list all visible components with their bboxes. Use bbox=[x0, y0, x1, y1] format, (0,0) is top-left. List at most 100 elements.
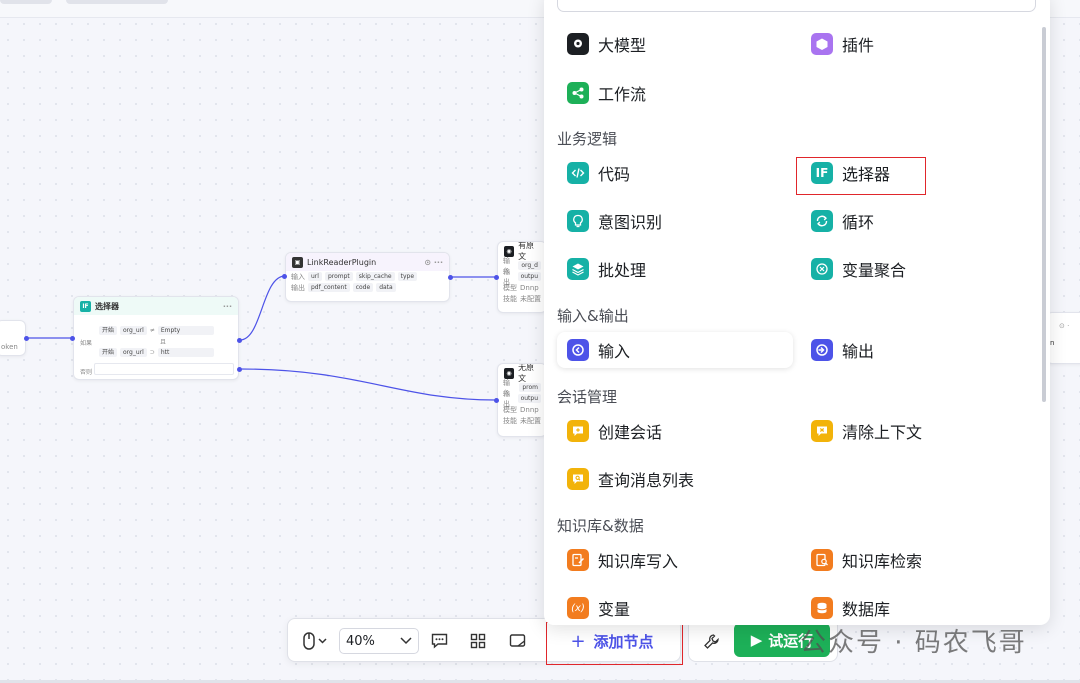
node-item-output[interactable]: 输出 bbox=[801, 332, 874, 368]
node-item-input[interactable]: 输入 bbox=[557, 332, 793, 368]
row-label: 技能 bbox=[503, 294, 517, 303]
settings-icon[interactable]: ⊙ · bbox=[1059, 322, 1069, 330]
edge-selector-to-plugin bbox=[239, 275, 286, 341]
comment-icon bbox=[431, 633, 447, 649]
node-item-variable[interactable]: (x) 变量 bbox=[557, 590, 630, 625]
highlight-box-add-node bbox=[546, 622, 683, 665]
input-port[interactable] bbox=[494, 398, 499, 403]
row-label: 技能 bbox=[503, 416, 517, 425]
cond-operator: ≠ bbox=[149, 327, 155, 334]
section-input-output: 输入&输出 bbox=[557, 307, 629, 325]
mouse-icon bbox=[303, 632, 327, 650]
chat-search-icon bbox=[567, 468, 589, 490]
node-item-label: 批处理 bbox=[598, 261, 647, 280]
cond-source: 开始 bbox=[99, 326, 118, 335]
kb-search-icon bbox=[811, 549, 833, 571]
node-label: oken bbox=[1, 342, 18, 351]
start-node[interactable]: oken bbox=[0, 320, 26, 356]
node-item-label: 变量 bbox=[598, 600, 631, 619]
node-item-batch[interactable]: 批处理 bbox=[557, 251, 646, 287]
llm-node-without-original[interactable]: ◉ 无原文 输入 prom 输出 outpu 模型 Dnnp 技能 未配置 bbox=[497, 363, 547, 437]
row-value: outpu bbox=[517, 394, 541, 403]
cond-value: Empty bbox=[157, 326, 214, 335]
auto-layout-button[interactable] bbox=[468, 631, 488, 651]
node-item-kb-search[interactable]: 知识库检索 bbox=[801, 542, 922, 578]
input-param: prompt bbox=[324, 272, 353, 281]
pointer-mode-button[interactable] bbox=[298, 631, 332, 651]
node-item-label: 插件 bbox=[842, 36, 875, 55]
cube-icon bbox=[811, 33, 833, 55]
node-item-clear-context[interactable]: 清除上下文 bbox=[801, 413, 922, 449]
node-item-label: 清除上下文 bbox=[842, 423, 923, 442]
workflow-icon bbox=[567, 82, 589, 104]
row-value: outpu bbox=[517, 272, 541, 281]
zoom-select[interactable]: 40% bbox=[339, 628, 419, 654]
node-item-intent[interactable]: 意图识别 bbox=[557, 203, 662, 239]
variable-icon: (x) bbox=[567, 597, 589, 619]
input-port[interactable] bbox=[70, 336, 75, 341]
loop-icon bbox=[811, 210, 833, 232]
node-item-llm[interactable]: 大模型 bbox=[557, 26, 646, 62]
node-item-database[interactable]: 数据库 bbox=[801, 590, 890, 625]
input-port[interactable] bbox=[282, 274, 287, 279]
section-knowledge-data: 知识库&数据 bbox=[557, 517, 644, 535]
end-node[interactable]: ⊙ · n bbox=[1046, 312, 1080, 364]
node-item-plugin[interactable]: 插件 bbox=[801, 26, 874, 62]
node-item-create-session[interactable]: 创建会话 bbox=[557, 413, 662, 449]
output-port[interactable] bbox=[448, 275, 453, 280]
minimap-button[interactable] bbox=[507, 631, 527, 651]
comment-button[interactable] bbox=[429, 631, 449, 651]
more-icon[interactable]: ⊙ ··· bbox=[424, 258, 443, 267]
lightbulb-icon bbox=[567, 210, 589, 232]
database-icon bbox=[811, 597, 833, 619]
search-input[interactable] bbox=[557, 0, 1036, 12]
plugin-node[interactable]: ▣ LinkReaderPlugin ⊙ ··· 输入 url prompt s… bbox=[285, 252, 450, 302]
section-business-logic: 业务逻辑 bbox=[557, 130, 618, 148]
node-item-workflow[interactable]: 工作流 bbox=[557, 75, 646, 111]
node-label: n bbox=[1050, 339, 1055, 347]
wrench-icon bbox=[703, 633, 719, 649]
chat-add-icon bbox=[567, 420, 589, 442]
input-port[interactable] bbox=[494, 275, 499, 280]
node-title: LinkReaderPlugin bbox=[307, 257, 377, 267]
input-param: url bbox=[308, 272, 322, 281]
else-label: 否则 bbox=[80, 369, 93, 376]
plugin-icon: ▣ bbox=[292, 256, 303, 268]
node-item-loop[interactable]: 循环 bbox=[801, 203, 874, 239]
node-item-variable-aggregate[interactable]: 变量聚合 bbox=[801, 251, 906, 287]
node-title: 有原文 bbox=[518, 241, 535, 261]
node-item-label: 变量聚合 bbox=[842, 261, 907, 280]
node-item-label: 大模型 bbox=[598, 36, 647, 55]
section-session: 会话管理 bbox=[557, 388, 618, 406]
llm-node-with-original[interactable]: ◉ 有原文 输入 org_d 输出 outpu 模型 Dnnp 技能 未配置 bbox=[497, 241, 547, 313]
node-title: 无原文 bbox=[518, 363, 535, 383]
output-port[interactable] bbox=[237, 367, 242, 372]
grid-icon bbox=[470, 633, 486, 649]
row-value: 未配置 bbox=[520, 416, 541, 425]
panel-scrollbar[interactable] bbox=[1042, 27, 1046, 402]
highlight-box-selector bbox=[796, 157, 926, 195]
row-value: Dnnp bbox=[520, 283, 539, 292]
selector-node[interactable]: IF 选择器 ··· 如果 开始 org_url ≠ Empty 且 开始 or… bbox=[73, 296, 239, 380]
else-branch bbox=[94, 363, 234, 375]
node-item-label: 输入 bbox=[598, 342, 631, 361]
edge-selector-to-model2 bbox=[239, 368, 496, 401]
layers-icon bbox=[567, 258, 589, 280]
output-port[interactable] bbox=[237, 338, 242, 343]
node-item-label: 查询消息列表 bbox=[598, 471, 695, 490]
input-icon bbox=[567, 339, 589, 361]
node-item-query-messages[interactable]: 查询消息列表 bbox=[557, 461, 694, 497]
aggregate-icon bbox=[811, 258, 833, 280]
output-icon bbox=[811, 339, 833, 361]
more-icon[interactable]: ··· bbox=[223, 302, 232, 311]
node-item-code[interactable]: 代码 bbox=[557, 155, 630, 191]
debug-button[interactable] bbox=[701, 631, 721, 651]
output-port[interactable] bbox=[24, 336, 29, 341]
if-icon: IF bbox=[80, 300, 91, 312]
node-item-kb-write[interactable]: 知识库写入 bbox=[557, 542, 678, 578]
row-value: 未配置 bbox=[520, 294, 541, 303]
add-node-panel: 大模型 插件 工作流 业务逻辑 代码 IF 选择器 意图识别 循环 批处理 变量… bbox=[544, 0, 1050, 625]
cond-source: 开始 bbox=[99, 348, 118, 357]
input-param: type bbox=[397, 272, 418, 281]
node-item-label: 数据库 bbox=[842, 600, 891, 619]
